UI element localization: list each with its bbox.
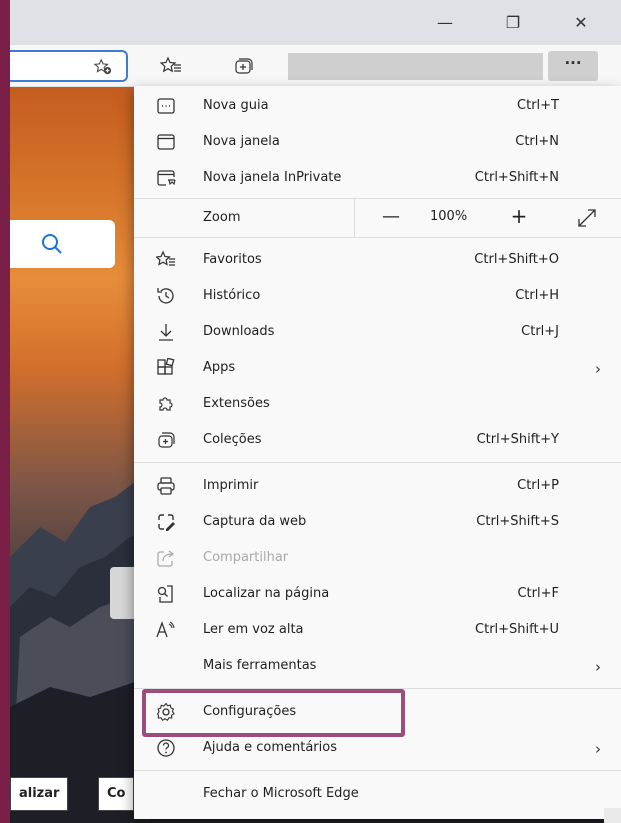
menu-item-label: Fechar o Microsoft Edge: [203, 786, 359, 801]
menu-item-web-capture[interactable]: Captura da web Ctrl+Shift+S: [134, 504, 621, 540]
restore-button[interactable]: ❐: [490, 0, 536, 45]
minimize-button[interactable]: —: [422, 0, 468, 45]
menu-item-shortcut: Ctrl+J: [521, 324, 559, 339]
menu-item-shortcut: Ctrl+Shift+S: [476, 514, 559, 529]
inprivate-icon: [157, 170, 176, 186]
menu-item-label: Coleções: [203, 432, 262, 447]
menu-item-read-aloud[interactable]: Ler em voz alta Ctrl+Shift+U: [134, 612, 621, 648]
menu-item-shortcut: Ctrl+Shift+U: [475, 622, 559, 637]
mountain-image: [10, 477, 150, 823]
share-icon: [157, 550, 175, 567]
menu-item-new-inprivate-window[interactable]: Nova janela InPrivate Ctrl+Shift+N: [134, 160, 621, 196]
menu-item-shortcut: Ctrl+F: [517, 586, 559, 601]
menu-item-label: Ajuda e comentários: [203, 740, 337, 755]
menu-item-help-and-feedback[interactable]: Ajuda e comentários ›: [134, 730, 621, 766]
add-favorite-icon[interactable]: [94, 58, 112, 76]
toolbar-extension-area: [288, 53, 543, 80]
fullscreen-icon[interactable]: [576, 207, 598, 229]
menu-item-share: Compartilhar: [134, 540, 621, 576]
settings-and-more-button[interactable]: ···: [548, 51, 598, 81]
collections-icon: [158, 432, 175, 448]
new-window-icon: [157, 134, 175, 150]
menu-item-label: Extensões: [203, 396, 270, 411]
new-tab-icon: [157, 98, 175, 114]
browser-toolbar: ···: [10, 45, 621, 87]
menu-item-downloads[interactable]: Downloads Ctrl+J: [134, 314, 621, 350]
scrollbar-corner: [604, 808, 621, 823]
settings-menu: Nova guia Ctrl+T Nova janela Ctrl+N Nova…: [134, 86, 621, 819]
menu-item-more-tools[interactable]: Mais ferramentas ›: [134, 648, 621, 684]
menu-item-label: Localizar na página: [203, 586, 330, 601]
close-button[interactable]: ✕: [558, 0, 604, 45]
menu-item-label: Captura da web: [203, 514, 307, 529]
page-button-1[interactable]: alizar: [10, 777, 69, 811]
print-icon: [157, 477, 175, 495]
menu-divider: [134, 770, 621, 771]
menu-divider: [134, 462, 621, 463]
menu-item-settings[interactable]: Configurações: [134, 694, 621, 730]
zoom-separator: [354, 199, 355, 237]
menu-item-shortcut: Ctrl+H: [515, 288, 559, 303]
menu-item-apps[interactable]: Apps ›: [134, 350, 621, 386]
search-icon[interactable]: [40, 232, 64, 256]
menu-item-favorites[interactable]: Favoritos Ctrl+Shift+O: [134, 242, 621, 278]
menu-item-history[interactable]: Histórico Ctrl+H: [134, 278, 621, 314]
read-aloud-icon: [156, 621, 175, 638]
page-button-2[interactable]: Co: [98, 777, 135, 811]
menu-item-close-edge[interactable]: Fechar o Microsoft Edge: [134, 776, 621, 812]
menu-item-label: Mais ferramentas: [203, 658, 317, 673]
menu-item-new-tab[interactable]: Nova guia Ctrl+T: [134, 88, 621, 124]
menu-item-label: Compartilhar: [203, 550, 289, 565]
zoom-value: 100%: [430, 209, 468, 224]
menu-divider: [134, 688, 621, 689]
menu-item-shortcut: Ctrl+P: [517, 478, 559, 493]
title-bar: — ❐ ✕: [10, 0, 621, 45]
menu-item-label: Configurações: [203, 704, 297, 719]
menu-item-label: Nova guia: [203, 98, 269, 113]
chevron-right-icon: ›: [595, 658, 601, 676]
menu-item-label: Downloads: [203, 324, 275, 339]
menu-item-shortcut: Ctrl+Shift+N: [474, 170, 559, 185]
menu-item-label: Favoritos: [203, 252, 262, 267]
web-capture-icon: [158, 514, 175, 531]
help-icon: [157, 739, 175, 757]
collections-icon[interactable]: [232, 55, 254, 77]
zoom-out-button[interactable]: —: [378, 204, 404, 230]
favorites-icon[interactable]: [160, 55, 182, 77]
menu-item-print[interactable]: Imprimir Ctrl+P: [134, 468, 621, 504]
menu-divider: [134, 237, 621, 238]
find-icon: [157, 585, 173, 603]
menu-item-label: Nova janela InPrivate: [203, 170, 342, 185]
address-bar[interactable]: [10, 50, 128, 82]
extensions-icon: [159, 397, 173, 411]
menu-item-shortcut: Ctrl+T: [517, 98, 559, 113]
menu-item-shortcut: Ctrl+Shift+O: [474, 252, 559, 267]
history-icon: [157, 288, 174, 304]
menu-item-label: Nova janela: [203, 134, 280, 149]
menu-item-label: Ler em voz alta: [203, 622, 304, 637]
page-scroll-button[interactable]: [110, 567, 136, 619]
favorites-icon: [156, 250, 175, 266]
page-search-box[interactable]: [10, 220, 115, 268]
zoom-in-button[interactable]: +: [506, 203, 532, 229]
menu-item-label: Apps: [203, 360, 236, 375]
menu-item-label: Imprimir: [203, 478, 259, 493]
download-icon: [159, 324, 173, 341]
chevron-right-icon: ›: [595, 360, 601, 378]
settings-icon: [156, 702, 175, 721]
menu-item-find-on-page[interactable]: Localizar na página Ctrl+F: [134, 576, 621, 612]
zoom-row: Zoom — 100% +: [134, 199, 621, 237]
menu-item-extensions[interactable]: Extensões: [134, 386, 621, 422]
menu-item-shortcut: Ctrl+N: [515, 134, 559, 149]
menu-item-new-window[interactable]: Nova janela Ctrl+N: [134, 124, 621, 160]
menu-item-shortcut: Ctrl+Shift+Y: [476, 432, 559, 447]
apps-icon: [157, 358, 175, 375]
menu-item-label: Histórico: [203, 288, 261, 303]
zoom-label: Zoom: [203, 210, 241, 225]
menu-item-collections[interactable]: Coleções Ctrl+Shift+Y: [134, 422, 621, 458]
chevron-right-icon: ›: [595, 740, 601, 758]
